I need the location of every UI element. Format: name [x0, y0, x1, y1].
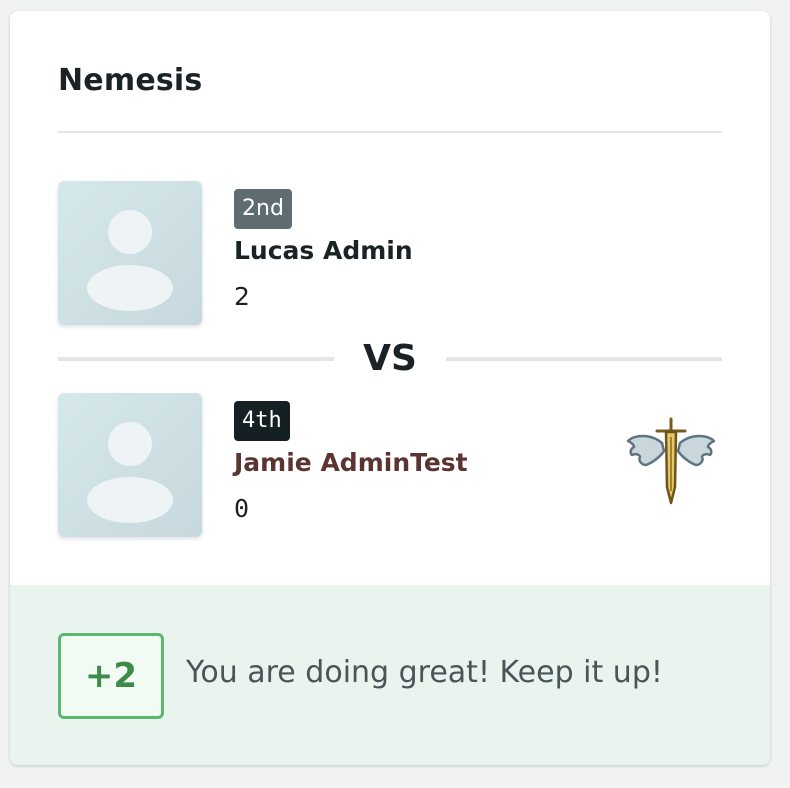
user-placeholder-icon [87, 422, 173, 523]
title-divider [58, 131, 722, 133]
nemesis-rank-badge: 4th [234, 401, 290, 441]
versus-label: VS [363, 338, 417, 379]
versus-line-right [446, 357, 722, 361]
card-title: Nemesis [58, 63, 203, 98]
winged-sword-icon [626, 417, 716, 509]
player-name[interactable]: Lucas Admin [234, 236, 413, 265]
player-avatar[interactable] [58, 181, 202, 325]
versus-line-left [58, 357, 334, 361]
nemesis-name[interactable]: Jamie AdminTest [234, 448, 468, 477]
player-rank-badge: 2nd [234, 189, 292, 229]
player-score: 2 [234, 282, 250, 311]
versus-divider: VS [58, 337, 722, 381]
encouragement-message: You are doing great! Keep it up! [186, 655, 663, 690]
nemesis-score: 0 [234, 494, 250, 523]
nemesis-row: 4th Jamie AdminTest 0 [58, 393, 722, 539]
user-placeholder-icon [87, 210, 173, 311]
nemesis-avatar[interactable] [58, 393, 202, 537]
score-difference-footer: +2 You are doing great! Keep it up! [10, 585, 770, 765]
player-row: 2nd Lucas Admin 2 [58, 181, 722, 327]
nemesis-card: Nemesis 2nd Lucas Admin 2 VS 4th Jamie A… [10, 11, 770, 765]
score-difference-badge: +2 [58, 633, 164, 719]
